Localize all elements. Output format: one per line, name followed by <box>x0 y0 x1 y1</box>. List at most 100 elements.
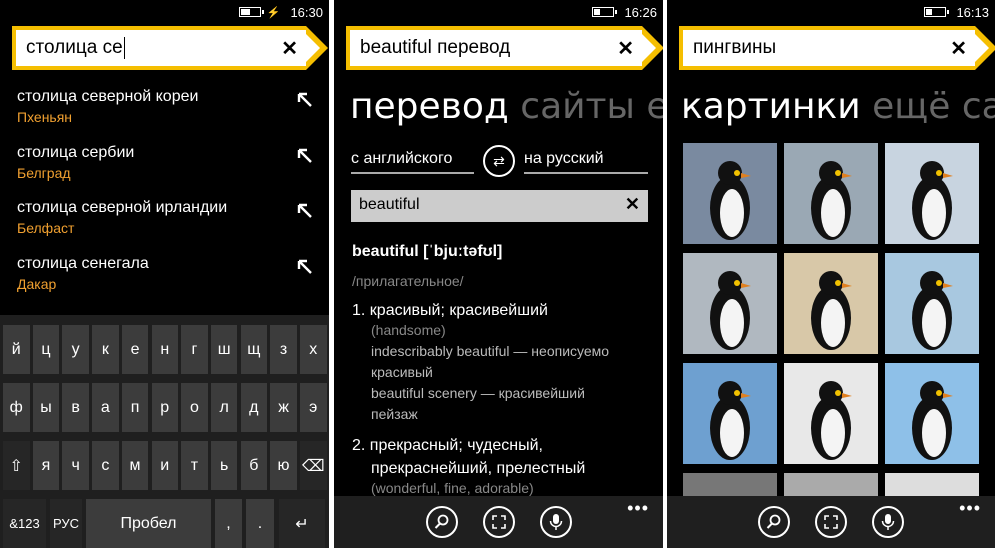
enter-key[interactable]: ↵ <box>279 499 325 548</box>
image-thumbnail[interactable] <box>784 473 878 498</box>
search-icon[interactable] <box>425 506 458 538</box>
key[interactable]: д <box>240 383 268 432</box>
image-thumbnail[interactable] <box>683 143 777 244</box>
image-thumbnail[interactable] <box>683 473 777 498</box>
key[interactable]: з <box>270 325 297 374</box>
key[interactable]: б <box>240 441 268 490</box>
key[interactable]: х <box>300 325 327 374</box>
comma-key[interactable]: , <box>215 499 242 548</box>
symbols-key[interactable]: &123 <box>3 499 46 548</box>
sense-1-title: 1. красивый; красивейший <box>352 302 548 319</box>
key[interactable]: ц <box>32 325 60 374</box>
key[interactable]: н <box>151 325 178 374</box>
image-thumbnail[interactable] <box>885 253 979 354</box>
suggestion-query: столица сербии <box>17 143 135 161</box>
suggestion-item[interactable]: столица сенегала Дакар <box>17 255 321 292</box>
image-thumbnail[interactable] <box>683 253 777 354</box>
pivot-header: картинки ещё сайт <box>681 86 995 127</box>
key[interactable]: р <box>151 383 178 432</box>
key[interactable]: ж <box>270 383 297 432</box>
more-options-icon[interactable]: ••• <box>627 498 649 519</box>
suggestion-answer: Дакар <box>17 275 57 292</box>
penguin-image <box>912 161 953 240</box>
headword: beautiful [ˈbjuːtəfʊl] <box>352 243 503 260</box>
key[interactable]: е <box>121 325 149 374</box>
search-box[interactable]: beautiful перевод ✕ <box>346 26 663 70</box>
search-input[interactable]: beautiful перевод <box>360 37 510 59</box>
search-arrow <box>971 26 995 70</box>
search-icon[interactable] <box>758 506 790 538</box>
example: пейзаж <box>371 406 418 422</box>
status-bar: 16:13 <box>924 0 989 24</box>
pivot-tab-images[interactable]: картинки <box>681 86 861 127</box>
key[interactable]: в <box>62 383 89 432</box>
image-thumbnail[interactable] <box>683 363 777 464</box>
microphone-icon[interactable] <box>872 506 904 538</box>
suggestion-item[interactable]: столица северной ирландии Белфаст <box>17 199 321 236</box>
key[interactable]: у <box>62 325 89 374</box>
key[interactable]: э <box>300 383 327 432</box>
search-box[interactable]: столица се ✕ <box>12 26 328 70</box>
key[interactable]: я <box>32 441 60 490</box>
key[interactable]: ф <box>3 383 30 432</box>
key[interactable]: ч <box>62 441 89 490</box>
source-language-select[interactable]: с английского <box>351 150 474 174</box>
fill-query-arrow-icon[interactable] <box>297 203 313 219</box>
status-bar: ⚡ 16:30 <box>238 0 323 24</box>
key[interactable]: л <box>210 383 238 432</box>
search-box[interactable]: пингвины ✕ <box>679 26 995 70</box>
key[interactable]: щ <box>240 325 268 374</box>
key[interactable]: т <box>181 441 208 490</box>
fill-query-arrow-icon[interactable] <box>297 259 313 275</box>
language-key[interactable]: РУС <box>50 499 82 548</box>
key[interactable]: г <box>181 325 208 374</box>
more-options-icon[interactable]: ••• <box>959 498 981 519</box>
key[interactable]: с <box>92 441 119 490</box>
key[interactable]: й <box>3 325 30 374</box>
period-key[interactable]: . <box>246 499 274 548</box>
key[interactable]: п <box>121 383 149 432</box>
image-thumbnail[interactable] <box>885 143 979 244</box>
image-thumbnail[interactable] <box>784 143 878 244</box>
clear-icon[interactable]: ✕ <box>950 36 967 61</box>
translate-input[interactable]: beautiful ✕ <box>351 190 648 222</box>
key[interactable]: ш <box>210 325 238 374</box>
shift-key[interactable]: ⇧ <box>3 441 30 490</box>
swap-languages-icon[interactable]: ⇄ <box>483 145 515 177</box>
pivot-tab-sites[interactable]: сайт <box>962 86 995 127</box>
pivot-tab-translation[interactable]: перевод <box>350 86 509 127</box>
suggestion-item[interactable]: столица сербии Белград <box>17 144 321 181</box>
key[interactable]: и <box>151 441 178 490</box>
image-thumbnail[interactable] <box>784 253 878 354</box>
key[interactable]: о <box>181 383 208 432</box>
pivot-tab-more[interactable]: ещ <box>646 86 663 127</box>
key[interactable]: м <box>121 441 149 490</box>
key[interactable]: ы <box>32 383 60 432</box>
backspace-key[interactable]: ⌫ <box>300 441 327 490</box>
fill-query-arrow-icon[interactable] <box>297 148 313 164</box>
key[interactable]: к <box>92 325 119 374</box>
pivot-tab-more[interactable]: ещё <box>872 86 950 127</box>
clear-icon[interactable]: ✕ <box>617 36 634 61</box>
scan-icon[interactable] <box>482 506 515 538</box>
fill-query-arrow-icon[interactable] <box>297 92 313 108</box>
key[interactable]: ь <box>210 441 238 490</box>
clear-icon[interactable]: ✕ <box>625 194 640 215</box>
key[interactable]: а <box>92 383 119 432</box>
app-bar: ••• <box>667 496 995 548</box>
image-thumbnail[interactable] <box>885 473 979 498</box>
penguin-image <box>912 271 953 350</box>
suggestion-answer: Белфаст <box>17 220 75 236</box>
target-language-select[interactable]: на русский <box>524 150 648 174</box>
image-thumbnail[interactable] <box>784 363 878 464</box>
microphone-icon[interactable] <box>539 506 572 538</box>
suggestion-item[interactable]: столица северной кореи Пхеньян <box>17 88 321 125</box>
key[interactable]: ю <box>270 441 297 490</box>
scan-icon[interactable] <box>815 506 847 538</box>
clear-icon[interactable]: ✕ <box>281 36 298 61</box>
space-key[interactable]: Пробел <box>86 499 211 548</box>
pivot-tab-sites[interactable]: сайты <box>520 86 635 127</box>
search-input[interactable]: пингвины <box>693 37 776 59</box>
search-input[interactable]: столица се <box>26 37 123 59</box>
image-thumbnail[interactable] <box>885 363 979 464</box>
